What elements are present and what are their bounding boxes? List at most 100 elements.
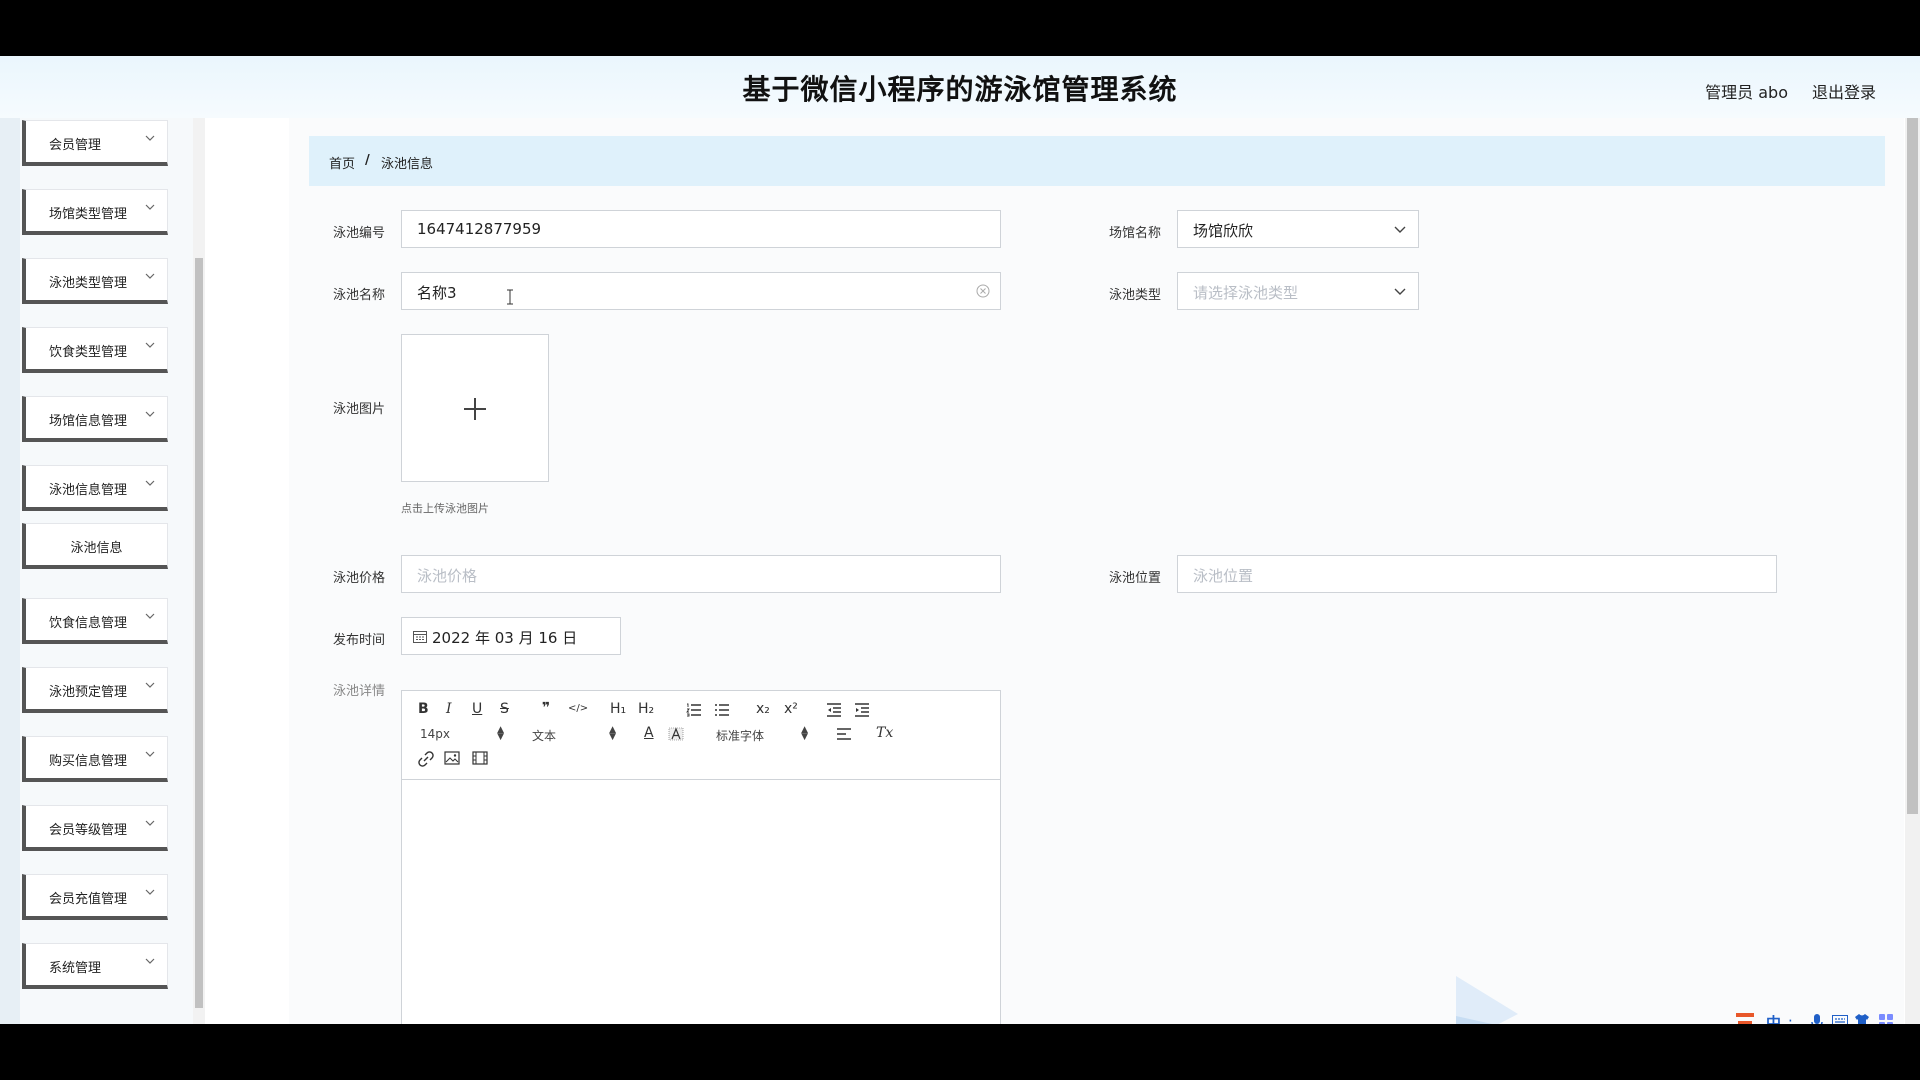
sidebar-item-venue-type[interactable]: 场馆类型管理 [22, 189, 168, 235]
main-area: 首页 / 泳池信息 泳池编号 1647412877959 场馆名称 场馆欣欣 泳… [205, 118, 1920, 1024]
sidebar-item-pool-info[interactable]: 泳池信息管理 [22, 465, 168, 511]
sidebar-item-label: 会员管理 [49, 138, 102, 153]
bold-button[interactable]: B [418, 701, 429, 717]
page-scrollbar-thumb[interactable] [1907, 118, 1918, 814]
pool-type-select[interactable]: 请选择泳池类型 [1177, 272, 1419, 310]
pool-image-label: 泳池图片 [333, 402, 386, 417]
chevron-down-icon [145, 889, 155, 895]
select-caret-icon: ▲ ▼ [609, 725, 616, 742]
strike-button[interactable]: S [500, 701, 509, 717]
clear-icon[interactable] [976, 284, 990, 298]
sidebar-item-label: 泳池预定管理 [49, 685, 128, 700]
ime-logo-icon[interactable] [1732, 1009, 1758, 1024]
text-cursor-icon [507, 289, 513, 305]
chevron-down-icon [145, 135, 155, 141]
sidebar-item-label: 饮食类型管理 [49, 345, 128, 360]
breadcrumb-home[interactable]: 首页 [329, 153, 355, 172]
bullet-list-icon[interactable] [714, 703, 730, 717]
image-icon[interactable] [444, 751, 460, 765]
pool-name-field[interactable]: 名称3 [401, 272, 1001, 310]
ime-lang-icon[interactable]: 中 [1766, 1012, 1781, 1024]
outdent-icon[interactable] [826, 703, 842, 717]
microphone-icon[interactable] [1810, 1013, 1824, 1024]
skin-shirt-icon[interactable] [1854, 1013, 1870, 1024]
font-size-value: 14px [420, 727, 450, 741]
align-icon[interactable] [836, 727, 852, 741]
pool-location-placeholder: 泳池位置 [1193, 567, 1254, 585]
sidebar-item-label: 会员等级管理 [49, 823, 128, 838]
italic-button[interactable]: I [446, 701, 452, 717]
chevron-down-icon [145, 480, 155, 486]
chevron-down-icon [145, 411, 155, 417]
header-select[interactable]: 文本 ▲ ▼ [532, 725, 616, 744]
sidebar-subitem-pool-info[interactable]: 泳池信息 [22, 523, 168, 569]
sidebar-item-system[interactable]: 系统管理 [22, 943, 168, 989]
sidebar-item-venue-info[interactable]: 场馆信息管理 [22, 396, 168, 442]
pool-price-field[interactable]: 泳池价格 [401, 555, 1001, 593]
background-color-icon[interactable] [668, 727, 684, 741]
ordered-list-icon[interactable] [686, 703, 702, 717]
font-color-button[interactable]: A [644, 725, 654, 741]
pool-no-value: 1647412877959 [417, 220, 542, 238]
sidebar-item-purchase-info[interactable]: 购买信息管理 [22, 736, 168, 782]
keyboard-icon[interactable] [1832, 1014, 1848, 1024]
calendar-icon [413, 631, 427, 643]
top-header: 基于微信小程序的游泳馆管理系统 管理员 abo 退出登录 [0, 56, 1920, 119]
sidebar-item-pool-type[interactable]: 泳池类型管理 [22, 258, 168, 304]
clear-format-button[interactable]: Tx [876, 725, 893, 741]
blockquote-button[interactable]: ❞ [542, 700, 550, 716]
sidebar-item-member-recharge[interactable]: 会员充值管理 [22, 874, 168, 920]
system-title: 基于微信小程序的游泳馆管理系统 [742, 73, 1178, 106]
sidebar-item-member-level[interactable]: 会员等级管理 [22, 805, 168, 851]
font-size-select[interactable]: 14px ▲ ▼ [420, 726, 504, 742]
sidebar-item-label: 泳池类型管理 [49, 276, 128, 291]
publish-time-field[interactable]: 2022 年 03 月 16 日 [401, 617, 621, 655]
sidebar-item-label: 饮食信息管理 [49, 616, 128, 631]
rich-text-editor[interactable]: B I U S ❞ </> H₁ H₂ x₂ x² 14px ▲ ▼ 文本 ▲ … [401, 690, 1001, 1024]
sidebar-scrollbar-thumb[interactable] [195, 258, 203, 1008]
ime-toolbar[interactable]: 中 ·, [1732, 1009, 1902, 1024]
pool-type-label: 泳池类型 [1109, 288, 1162, 303]
sidebar-strip [0, 118, 20, 1024]
subscript-button[interactable]: x₂ [756, 701, 770, 717]
chevron-down-icon [145, 820, 155, 826]
sidebar-item-label: 泳池信息管理 [49, 483, 128, 498]
header-select-value: 文本 [532, 729, 557, 743]
editor-content-area[interactable] [402, 780, 1000, 1024]
pool-location-field[interactable]: 泳池位置 [1177, 555, 1777, 593]
code-block-button[interactable]: </> [568, 703, 588, 714]
sidebar-item-label: 系统管理 [49, 961, 102, 976]
watermark-logo [1456, 976, 1518, 1024]
sidebar-item-label: 场馆信息管理 [49, 414, 128, 429]
pool-no-field[interactable]: 1647412877959 [401, 210, 1001, 248]
font-family-value: 标准字体 [716, 729, 765, 743]
plus-icon-vertical [474, 398, 476, 420]
ime-punct-icon[interactable]: ·, [1788, 1012, 1798, 1024]
font-family-select[interactable]: 标准字体 ▲ ▼ [716, 726, 808, 744]
chevron-down-icon [145, 682, 155, 688]
indent-icon[interactable] [854, 703, 870, 717]
chevron-down-icon [145, 273, 155, 279]
main-gutter [205, 118, 289, 1024]
sidebar-item-member[interactable]: 会员管理 [22, 120, 168, 166]
chevron-down-icon [1394, 226, 1406, 233]
sidebar-item-food-type[interactable]: 饮食类型管理 [22, 327, 168, 373]
underline-button[interactable]: U [472, 701, 482, 717]
sidebar-item-label: 场馆类型管理 [49, 207, 128, 222]
logout-link[interactable]: 退出登录 [1812, 79, 1876, 103]
sidebar-item-label: 会员充值管理 [49, 892, 128, 907]
h1-button[interactable]: H₁ [610, 701, 626, 717]
superscript-button[interactable]: x² [784, 701, 798, 717]
link-icon[interactable] [418, 751, 434, 767]
venue-name-select[interactable]: 场馆欣欣 [1177, 210, 1419, 248]
sidebar-item-food-info[interactable]: 饮食信息管理 [22, 598, 168, 644]
h2-button[interactable]: H₂ [638, 701, 654, 717]
grid-apps-icon[interactable] [1878, 1013, 1894, 1024]
venue-name-value: 场馆欣欣 [1193, 222, 1254, 240]
upload-hint: 点击上传泳池图片 [401, 502, 489, 515]
sidebar-item-pool-booking[interactable]: 泳池预定管理 [22, 667, 168, 713]
pool-detail-label: 泳池详情 [333, 684, 386, 699]
pool-price-placeholder: 泳池价格 [417, 567, 478, 585]
video-icon[interactable] [472, 751, 488, 765]
image-upload-box[interactable] [401, 334, 549, 482]
